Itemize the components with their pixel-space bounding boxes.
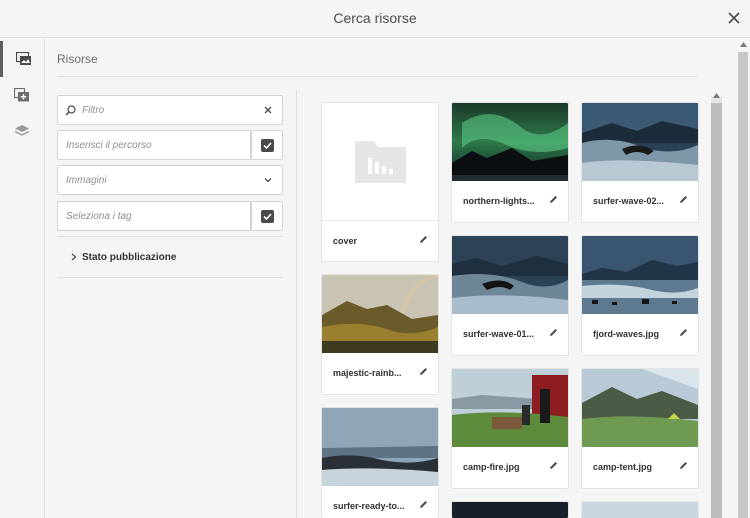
asset-thumbnail — [322, 408, 438, 486]
asset-thumbnail — [452, 369, 568, 447]
search-placeholder: Filtro — [82, 105, 105, 116]
chevron-down-icon — [264, 178, 272, 183]
card-meta: majestic-rainb... — [322, 353, 438, 394]
path-select-button[interactable] — [251, 130, 283, 160]
asset-card[interactable]: camp-tent.jpg — [581, 368, 699, 489]
tags-placeholder: Seleziona i tag — [66, 211, 132, 222]
checkbox-icon — [260, 138, 274, 152]
card-meta: surfer-ready-to... — [322, 486, 438, 518]
asset-card[interactable]: cover — [321, 102, 439, 262]
search-input[interactable]: Filtro — [57, 95, 283, 125]
panel-header: Risorse — [57, 52, 98, 66]
rail-layers-button[interactable] — [0, 113, 44, 149]
asset-card[interactable]: northern-lights... — [451, 102, 569, 223]
card-meta: northern-lights... — [452, 181, 568, 222]
filter-panel: Filtro Inserisci il percorso Immagini Se… — [57, 95, 283, 278]
checkbox-icon — [260, 209, 274, 223]
card-meta: camp-fire.jpg — [452, 447, 568, 488]
asset-thumbnail — [452, 236, 568, 314]
filter-divider — [57, 277, 283, 278]
edit-icon[interactable] — [419, 367, 428, 376]
close-icon[interactable] — [726, 10, 742, 26]
asset-card[interactable]: surfer-wave-02... — [581, 102, 699, 223]
edit-icon[interactable] — [679, 461, 688, 470]
asset-thumbnail — [582, 103, 698, 181]
card-meta: surfer-wave-02... — [582, 181, 698, 222]
clear-icon[interactable] — [263, 105, 273, 115]
search-icon — [65, 105, 76, 116]
rail-assets-button[interactable] — [0, 41, 44, 77]
asset-thumbnail — [582, 369, 698, 447]
tags-input[interactable]: Seleziona i tag — [57, 201, 251, 231]
asset-name: surfer-ready-to... — [333, 501, 405, 511]
dialog-titlebar: Cerca risorse — [0, 0, 750, 38]
scroll-up-icon[interactable] — [740, 42, 747, 47]
edit-icon[interactable] — [679, 328, 688, 337]
asset-name: camp-tent.jpg — [593, 462, 653, 472]
side-rail — [0, 39, 45, 518]
asset-name: majestic-rainb... — [333, 368, 402, 378]
edit-icon[interactable] — [419, 500, 428, 509]
assets-icon — [15, 52, 31, 65]
asset-card[interactable]: surfer-wave-01... — [451, 235, 569, 356]
asset-scrollbar-thumb[interactable] — [711, 103, 722, 518]
type-select[interactable]: Immagini — [57, 165, 283, 195]
chevron-right-icon — [71, 253, 77, 261]
path-input[interactable]: Inserisci il percorso — [57, 130, 251, 160]
folder-icon — [355, 141, 406, 183]
edit-icon[interactable] — [549, 461, 558, 470]
folder-thumbnail — [322, 103, 438, 220]
rail-components-button[interactable] — [0, 77, 44, 113]
asset-thumbnail — [322, 275, 438, 353]
card-meta: camp-tent.jpg — [582, 447, 698, 488]
asset-card[interactable]: camp-fire.jpg — [451, 368, 569, 489]
dialog-title: Cerca risorse — [333, 10, 417, 26]
publish-status-label: Stato pubblicazione — [82, 252, 177, 263]
card-meta: surfer-wave-01... — [452, 314, 568, 355]
asset-card[interactable]: surfer-ready-to... — [321, 407, 439, 518]
asset-name: fjord-waves.jpg — [593, 329, 660, 339]
edit-icon[interactable] — [679, 195, 688, 204]
panel-divider — [57, 76, 697, 77]
asset-name: cover — [333, 236, 358, 246]
asset-thumbnail — [452, 103, 568, 181]
tags-select-button[interactable] — [251, 201, 283, 231]
type-select-value: Immagini — [66, 175, 107, 186]
path-placeholder: Inserisci il percorso — [66, 140, 152, 151]
dialog-scrollbar[interactable] — [738, 52, 748, 518]
card-meta: fjord-waves.jpg — [582, 314, 698, 355]
panel-separator — [296, 90, 297, 518]
card-meta: cover — [322, 220, 438, 261]
asset-name: camp-fire.jpg — [463, 462, 520, 472]
layers-icon — [14, 125, 30, 136]
asset-card[interactable]: majestic-rainb... — [321, 274, 439, 395]
edit-icon[interactable] — [549, 328, 558, 337]
publish-status-accordion[interactable]: Stato pubblicazione — [57, 237, 283, 277]
edit-icon[interactable] — [419, 235, 428, 244]
asset-name: surfer-wave-01... — [463, 329, 535, 339]
components-icon — [14, 88, 29, 102]
asset-card[interactable]: fjord-waves.jpg — [581, 235, 699, 356]
asset-card-partial[interactable] — [581, 501, 699, 518]
scroll-up-icon[interactable] — [713, 93, 720, 98]
asset-name: northern-lights... — [463, 196, 535, 206]
asset-thumbnail — [582, 236, 698, 314]
asset-name: surfer-wave-02... — [593, 196, 665, 206]
asset-card-partial[interactable] — [451, 501, 569, 518]
edit-icon[interactable] — [549, 195, 558, 204]
